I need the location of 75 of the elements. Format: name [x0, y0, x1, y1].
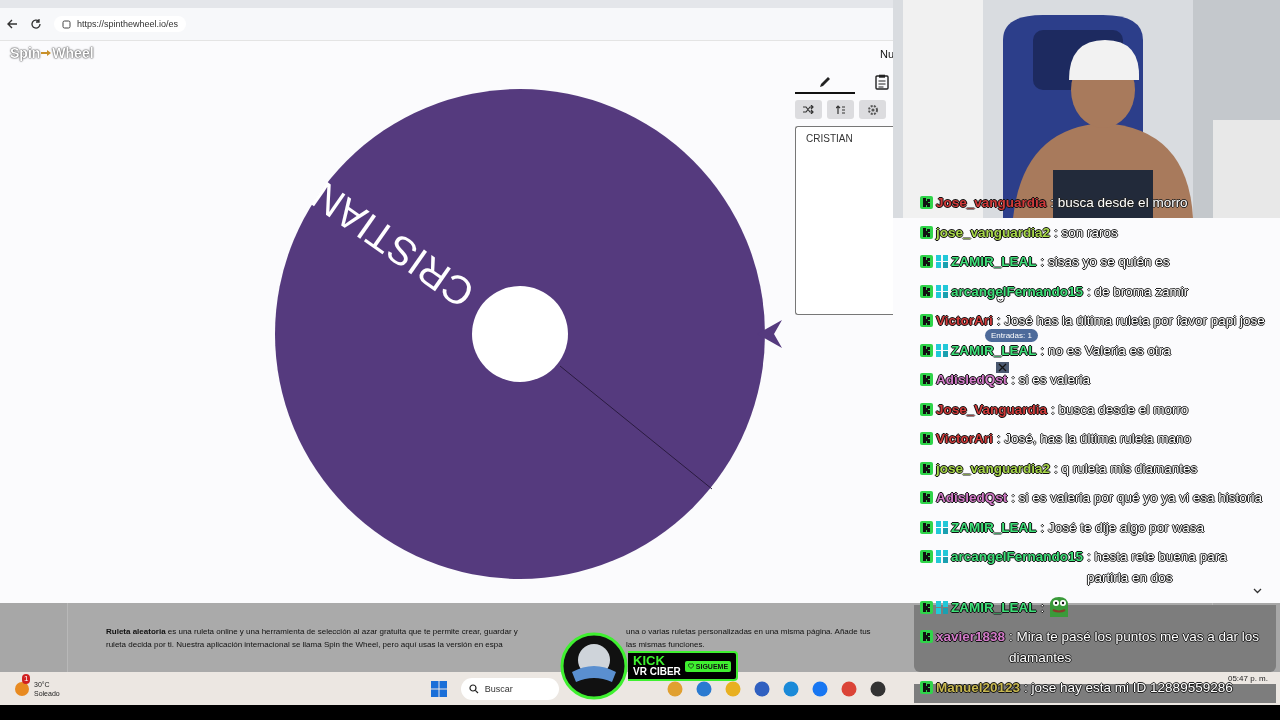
- username[interactable]: VictorAri: [936, 428, 993, 449]
- username[interactable]: Jose_Vanguardia: [936, 398, 1048, 420]
- search-field[interactable]: Buscar: [460, 677, 559, 700]
- username[interactable]: xavier1838: [936, 626, 1006, 647]
- description-text: ruleta decida por ti. Nuestra aplicación internacional se llama Spin the Wheel, pero aquí usas la versión en espa: [106, 639, 504, 651]
- message-text: : busca desde el morro: [1050, 194, 1188, 212]
- username[interactable]: ZAMIR_LEAL: [951, 516, 1037, 538]
- wheel[interactable]: [275, 89, 765, 579]
- search-placeholder: Buscar: [484, 683, 513, 694]
- address-bar[interactable]: https://spinthewheel.io/es: [54, 16, 187, 32]
- url-text: https://spinthewheel.io/es: [77, 19, 179, 29]
- kick-icon: [920, 196, 933, 209]
- settings-icon: [866, 103, 879, 116]
- app-icon[interactable]: [869, 680, 886, 697]
- clipboard-icon: [875, 74, 889, 90]
- username[interactable]: arcangelFernando15: [951, 546, 1084, 567]
- message-text: : sisas yo se quién es: [1040, 253, 1170, 272]
- logo-text: Spin: [10, 45, 41, 61]
- pencil-icon: [818, 75, 832, 89]
- message-text: :: [1040, 598, 1045, 617]
- close-icon[interactable]: [996, 362, 1009, 373]
- settings-button[interactable]: [859, 100, 886, 119]
- kick-icon: [920, 255, 933, 268]
- message-text: : busca desde el morro: [1051, 400, 1189, 419]
- username[interactable]: arcangelFernando15: [951, 280, 1084, 302]
- kick-icon: [920, 550, 933, 563]
- brand-text: KICK: [633, 655, 665, 666]
- sort-button[interactable]: [827, 100, 854, 119]
- entries-field[interactable]: CRISTIAN: [795, 126, 893, 315]
- username[interactable]: ZAMIR_LEAL: [951, 251, 1037, 272]
- search-icon: [468, 683, 479, 694]
- username[interactable]: ZAMIR_LEAL: [951, 339, 1037, 361]
- kick-icon: [920, 373, 933, 386]
- notification-badge: 1: [22, 673, 31, 684]
- description-text: una o varias ruletas personalizadas en una misma página. Añade tus: [626, 626, 871, 638]
- kick-icon: [920, 630, 933, 643]
- logo-text: Wheel: [52, 45, 94, 61]
- username[interactable]: VictorAri: [936, 310, 993, 331]
- message-text: : Mira te pasé los puntos me vas a dar los diamantes: [1009, 628, 1260, 667]
- description-text: Ruleta aleatoria es una ruleta online y una herramienta de selección al azar gratuita que te permite crear, guardar y: [106, 626, 519, 638]
- message-text: : q ruleta mis diamantes: [1054, 459, 1198, 479]
- username[interactable]: Manuel20123: [936, 676, 1021, 698]
- shuffle-icon: [803, 105, 814, 114]
- arrow-icon: [41, 50, 52, 56]
- entries-count-tooltip: Entradas: 1: [985, 329, 1038, 342]
- message-text: : José te dije algo por wasa: [1040, 518, 1205, 538]
- message-text: : si es valeria: [1011, 371, 1091, 389]
- username[interactable]: AdisledQst: [936, 369, 1008, 390]
- kick-icon: [920, 432, 933, 445]
- clock-text: 05:47 p. m.: [1227, 674, 1268, 683]
- header-text: Nu: [880, 48, 896, 62]
- windows-icon[interactable]: [430, 680, 447, 697]
- sort-icon: [835, 104, 846, 115]
- heart-icon: [687, 663, 694, 669]
- message-text: : de broma zamir: [1087, 282, 1189, 301]
- username[interactable]: jose_vanguardia2: [936, 457, 1051, 479]
- shuffle-button[interactable]: [795, 100, 822, 119]
- username[interactable]: ZAMIR_LEAL: [951, 596, 1037, 618]
- back-icon[interactable]: [6, 18, 18, 30]
- kick-icon: [920, 314, 933, 327]
- reload-icon[interactable]: [30, 18, 42, 30]
- message-text: : José, has la última ruleta mano: [996, 430, 1192, 448]
- username[interactable]: jose_vanguardia2: [936, 221, 1051, 243]
- username[interactable]: AdisledQst: [936, 487, 1008, 508]
- kick-icon: [920, 491, 933, 504]
- message-text: : hesta rete buena para partirla en dos: [1087, 548, 1229, 588]
- chevron-down-icon[interactable]: [1253, 588, 1262, 594]
- message-text: : son raros: [1054, 223, 1118, 242]
- channel-name: VR CIBER: [633, 666, 681, 677]
- message-text: : si es valeria por qué yo ya vi esa historia: [1011, 489, 1262, 508]
- message-text: : José has la última ruleta por favor papi jose: [996, 312, 1265, 331]
- description-text: las mismas funciones.: [626, 639, 705, 651]
- site-info-icon[interactable]: [62, 19, 71, 29]
- message-text: : no es Valeria es otra: [1040, 341, 1171, 360]
- weather-icon[interactable]: [14, 680, 30, 697]
